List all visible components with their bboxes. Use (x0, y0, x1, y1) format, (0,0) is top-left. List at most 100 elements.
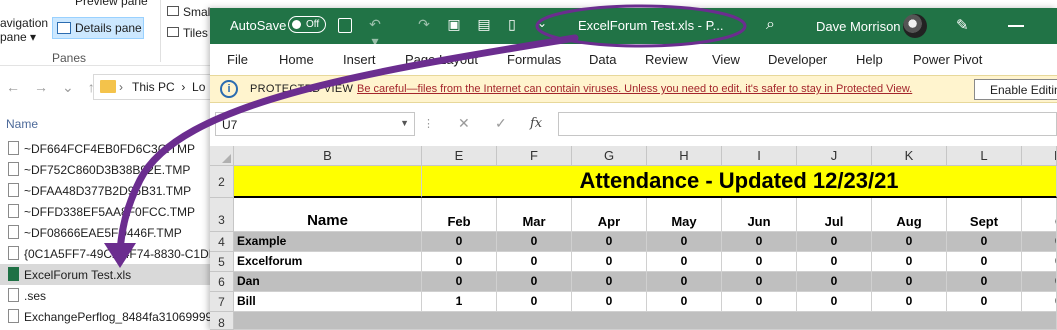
document-title[interactable]: ExcelForum Test.xls - P... (578, 18, 723, 33)
redo-icon[interactable]: ↷ (416, 16, 432, 34)
cell-B2[interactable] (234, 166, 422, 198)
column-header-name[interactable]: Name (6, 117, 38, 131)
row-header-3[interactable]: 3 (210, 198, 234, 232)
row-header-2[interactable]: 2 (210, 166, 234, 198)
file-list-item-selected[interactable]: ExcelForum Test.xls (0, 264, 210, 285)
person-name-cell[interactable]: Bill (234, 292, 422, 312)
attendance-cell[interactable]: 0 (497, 292, 572, 312)
enter-icon[interactable]: ✓ (495, 115, 507, 132)
attendance-cell[interactable]: 1 (422, 292, 497, 312)
tab-file[interactable]: File (227, 52, 248, 67)
details-pane-button[interactable]: Details pane (52, 17, 144, 39)
attendance-cell[interactable]: 0 (722, 232, 797, 252)
attendance-cell[interactable]: 0 (797, 232, 872, 252)
file-list-item[interactable]: ~DFFD338EF5AA8F0FCC.TMP (0, 201, 210, 222)
row-header-6[interactable]: 6 (210, 272, 234, 292)
enable-editing-button[interactable]: Enable Editing (974, 79, 1057, 100)
navigation-pane-button[interactable]: avigation pane ▾ (0, 16, 48, 44)
attendance-cell[interactable]: 0 (1022, 252, 1057, 272)
column-header-E[interactable]: E (422, 146, 497, 166)
attendance-cell[interactable]: 0 (722, 252, 797, 272)
autosave-toggle[interactable]: Off (288, 16, 326, 33)
attendance-cell[interactable]: 0 (497, 272, 572, 292)
file-list-item[interactable]: ~DF664FCF4EB0FD6C3C.TMP (0, 138, 210, 159)
save-icon[interactable] (338, 18, 352, 33)
header-month-cell[interactable]: Apr (572, 198, 647, 232)
file-list-item[interactable]: ExchangePerflog_8484fa3106999929 (0, 306, 210, 327)
attendance-cell[interactable]: 0 (647, 252, 722, 272)
person-name-cell[interactable]: Excelforum (234, 252, 422, 272)
attendance-cell[interactable]: 0 (872, 272, 947, 292)
column-header-F[interactable]: F (497, 146, 572, 166)
attendance-cell[interactable]: 0 (572, 232, 647, 252)
attendance-cell[interactable]: 0 (872, 292, 947, 312)
quick-print-icon[interactable]: ▤ (476, 16, 492, 34)
attendance-cell[interactable]: 0 (422, 272, 497, 292)
person-name-cell[interactable]: Dan (234, 272, 422, 292)
file-list-item[interactable]: {0C1A5FF7-49C2-4F74-8830-C1DFC (0, 243, 210, 264)
file-list-item[interactable]: .ses (0, 285, 210, 306)
file-list-item[interactable]: ~DF752C860D3B38B92E.TMP (0, 159, 210, 180)
user-name[interactable]: Dave Morrison (816, 19, 901, 34)
customize-qat-icon[interactable]: ⌄ (534, 16, 550, 34)
attendance-cell[interactable]: 0 (572, 252, 647, 272)
chevron-down-icon[interactable]: ▼ (400, 118, 409, 128)
attendance-cell[interactable]: 0 (722, 272, 797, 292)
cancel-icon[interactable]: ✕ (458, 115, 470, 132)
empty-row-8[interactable] (234, 312, 1057, 330)
tab-formulas[interactable]: Formulas (507, 52, 561, 67)
attendance-cell[interactable]: 0 (1022, 272, 1057, 292)
search-icon[interactable]: ⌕ (766, 16, 775, 34)
avatar[interactable] (903, 14, 927, 38)
name-box[interactable]: U7 ▼ (215, 112, 415, 136)
worksheet-grid[interactable]: B E F G H I J K L M 2 3 4 5 6 7 8 Attend… (210, 146, 1057, 330)
attendance-cell[interactable]: 0 (947, 252, 1022, 272)
tab-help[interactable]: Help (856, 52, 883, 67)
formula-bar-grip-icon[interactable]: ⋮ (423, 117, 434, 130)
tab-insert[interactable]: Insert (343, 52, 376, 67)
header-month-cell[interactable]: Mar (497, 198, 572, 232)
attendance-cell[interactable]: 0 (647, 272, 722, 292)
attendance-cell[interactable]: 0 (797, 272, 872, 292)
column-header-K[interactable]: K (872, 146, 947, 166)
header-month-cell[interactable]: Sept (947, 198, 1022, 232)
header-month-cell[interactable]: May (647, 198, 722, 232)
protected-view-message[interactable]: Be careful—files from the Internet can c… (357, 83, 912, 95)
file-list-item[interactable]: ~DF08666EAE5FD446F.TMP (0, 222, 210, 243)
attendance-cell[interactable]: 0 (947, 232, 1022, 252)
attendance-cell[interactable]: 0 (722, 292, 797, 312)
breadcrumb-local[interactable]: Lo (192, 80, 205, 94)
tab-review[interactable]: Review (645, 52, 688, 67)
person-name-cell[interactable]: Example (234, 232, 422, 252)
row-header-4[interactable]: 4 (210, 232, 234, 252)
attendance-cell[interactable]: 0 (497, 232, 572, 252)
tab-developer[interactable]: Developer (768, 52, 827, 67)
column-header-J[interactable]: J (797, 146, 872, 166)
attendance-cell[interactable]: 0 (647, 292, 722, 312)
column-header-L[interactable]: L (947, 146, 1022, 166)
tab-power-pivot[interactable]: Power Pivot (913, 52, 982, 67)
file-list-item[interactable]: ~DFAA48D377B2D96B31.TMP (0, 180, 210, 201)
column-header-H[interactable]: H (647, 146, 722, 166)
column-header-I[interactable]: I (722, 146, 797, 166)
select-all-corner[interactable] (210, 146, 234, 166)
column-header-G[interactable]: G (572, 146, 647, 166)
attendance-cell[interactable]: 0 (947, 272, 1022, 292)
tab-page-layout[interactable]: Page Layout (405, 52, 478, 67)
new-file-icon[interactable]: ▯ (504, 16, 520, 34)
attendance-cell[interactable]: 0 (872, 252, 947, 272)
minimize-icon[interactable] (1008, 25, 1024, 27)
print-preview-icon[interactable]: ▣ (446, 16, 462, 34)
formula-input[interactable] (558, 112, 1057, 136)
attendance-cell[interactable]: 0 (572, 272, 647, 292)
tab-view[interactable]: View (712, 52, 740, 67)
header-month-cell[interactable]: Feb (422, 198, 497, 232)
sheet-title[interactable]: Attendance - Updated 12/23/21 (422, 166, 1057, 198)
attendance-cell[interactable]: 0 (422, 252, 497, 272)
row-header-8[interactable]: 8 (210, 312, 234, 330)
coauthoring-icon[interactable]: ✎ (956, 16, 969, 34)
row-header-5[interactable]: 5 (210, 252, 234, 272)
attendance-cell[interactable]: 0 (797, 252, 872, 272)
small-icons-option[interactable]: Smal (183, 5, 210, 19)
attendance-cell[interactable]: 0 (1022, 232, 1057, 252)
